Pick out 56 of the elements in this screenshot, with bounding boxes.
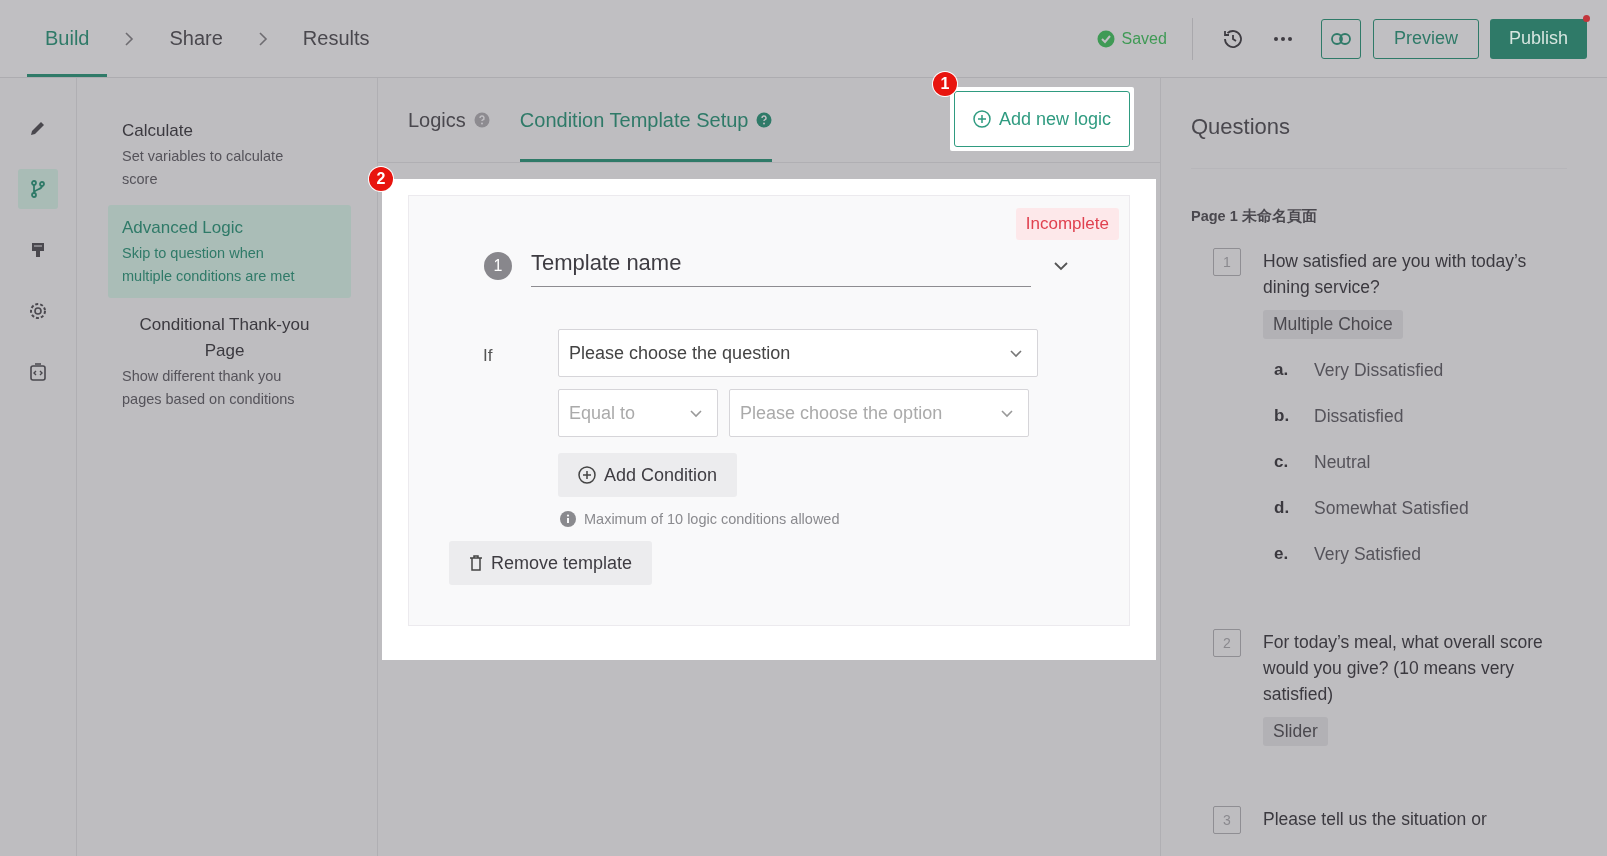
option-text: Somewhat Satisfied	[1314, 497, 1469, 519]
chevron-down-icon[interactable]	[1053, 260, 1069, 271]
callout-badge: 2	[369, 167, 393, 191]
panel-title: Questions	[1191, 78, 1567, 169]
menu-item[interactable]: Conditional Thank-you Page Show different thank you pages based on conditions	[108, 302, 351, 421]
option-text: Dissatisfied	[1314, 405, 1404, 427]
if-label: If	[482, 345, 494, 367]
chevron-right-icon	[124, 31, 135, 46]
step-tab[interactable]: Results	[284, 0, 388, 77]
chevron-down-icon	[689, 408, 703, 418]
link-icon	[1330, 32, 1351, 45]
chevron-right-icon	[257, 31, 268, 46]
question-type-tag: Multiple Choice	[1263, 310, 1403, 339]
preview-button[interactable]: Preview	[1372, 18, 1479, 59]
more-icon[interactable]	[1272, 35, 1293, 42]
chevron-down-icon	[1009, 348, 1023, 358]
question-text[interactable]: How satisfied are you with today’s dining service?	[1263, 248, 1563, 300]
limit-note: Maximum of 10 logic conditions allowed	[584, 511, 840, 527]
template-number: 1	[484, 251, 512, 280]
question-text[interactable]: For today’s meal, what overall score would you give? (10 means very satisfied)	[1263, 629, 1563, 707]
saved-status: Saved	[1121, 29, 1167, 48]
option-text: Very Satisfied	[1314, 543, 1421, 565]
notification-dot	[1583, 14, 1590, 22]
info-icon	[560, 511, 576, 527]
status-badge: Incomplete	[1015, 208, 1119, 240]
callout-badge: 1	[933, 72, 957, 96]
chevron-down-icon	[1000, 408, 1014, 418]
branch-icon[interactable]	[18, 169, 58, 209]
option-letter: d.	[1273, 498, 1291, 518]
menu-item[interactable]: Advanced Logic Skip to question when multiple conditions are met	[108, 205, 351, 298]
add-condition-button[interactable]: Add Condition	[558, 453, 738, 497]
plus-circle-icon	[972, 110, 991, 128]
check-circle-icon	[1096, 29, 1115, 48]
tab[interactable]: Logics	[408, 78, 490, 162]
plus-circle-icon	[578, 466, 596, 484]
tab[interactable]: Condition Template Setup	[519, 78, 773, 162]
question-text[interactable]: Please tell us the situation or	[1263, 806, 1563, 832]
remove-template-button[interactable]: Remove template	[449, 541, 653, 585]
step-tab[interactable]: Build	[27, 0, 108, 77]
menu-item[interactable]: Calculate Set variables to calculate score	[108, 108, 351, 201]
template-name-field[interactable]: Template name	[531, 244, 1031, 287]
question-type-tag: Slider	[1263, 717, 1328, 746]
option-letter: b.	[1273, 406, 1291, 426]
step-tab[interactable]: Share	[151, 0, 241, 77]
option-text: Very Dissatisfied	[1314, 359, 1444, 381]
question-select[interactable]: Please choose the question	[558, 329, 1038, 377]
help-icon[interactable]	[756, 112, 773, 128]
add-logic-button[interactable]: Add new logic	[954, 91, 1130, 147]
publish-button[interactable]: Publish	[1489, 18, 1587, 59]
option-text: Neutral	[1314, 451, 1371, 473]
trash-icon	[469, 555, 483, 571]
option-letter: a.	[1273, 360, 1290, 380]
option-letter: e.	[1273, 544, 1290, 564]
link-button[interactable]	[1320, 18, 1361, 59]
option-letter: c.	[1273, 452, 1290, 472]
page-label: Page 1 未命名頁面	[1191, 207, 1318, 226]
